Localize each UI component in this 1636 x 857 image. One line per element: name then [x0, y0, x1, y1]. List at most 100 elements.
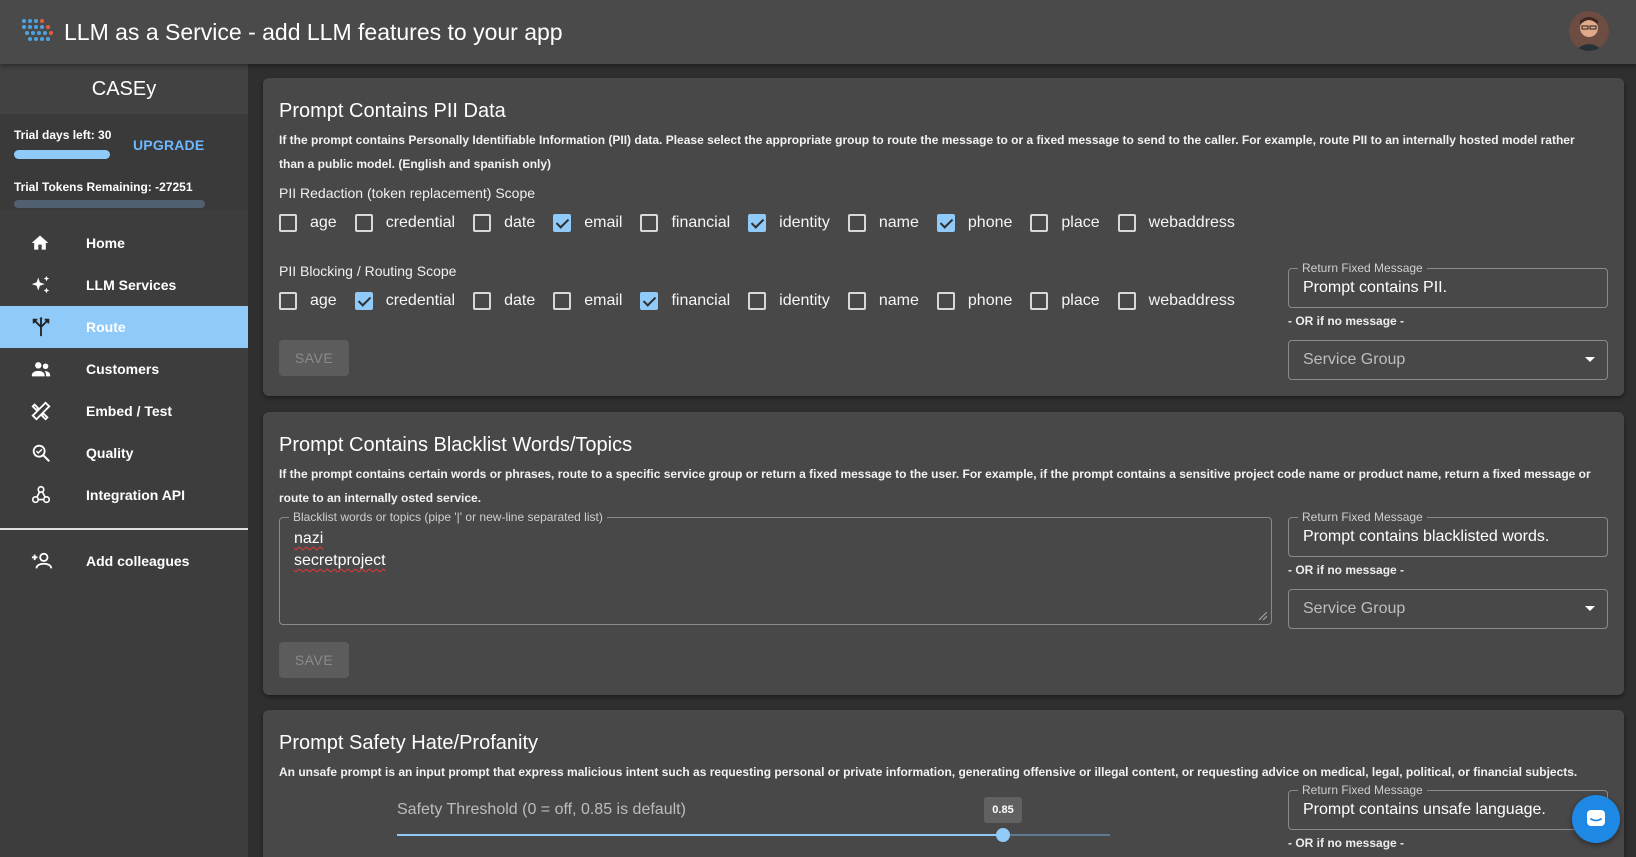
checkbox-credential[interactable]: credential — [354, 292, 455, 310]
checkbox-unchecked-icon[interactable] — [936, 292, 955, 310]
checkbox-unchecked-icon[interactable] — [1030, 214, 1049, 232]
safety-threshold-slider[interactable]: 0.85 — [397, 797, 1110, 842]
checkbox-unchecked-icon[interactable] — [473, 214, 492, 232]
pii-fixed-message-field[interactable]: Return Fixed Message Prompt contains PII… — [1288, 261, 1608, 308]
sidebar-item-llm-services[interactable]: LLM Services — [0, 264, 248, 306]
pii-blocking-label: PII Blocking / Routing Scope — [279, 263, 457, 279]
sidebar-item-route[interactable]: Route — [0, 306, 248, 348]
checkbox-checked-icon[interactable] — [936, 214, 955, 232]
slider-fill — [397, 834, 1003, 836]
checkbox-unchecked-icon[interactable] — [748, 292, 767, 310]
pii-save-button[interactable]: SAVE — [279, 340, 349, 376]
blacklist-word: secretproject — [294, 552, 386, 569]
safety-or-text: - OR if no message - — [1288, 836, 1405, 850]
checkbox-age[interactable]: age — [279, 214, 337, 232]
sidebar-item-add-colleagues[interactable]: Add colleagues — [0, 540, 248, 582]
checkbox-identity[interactable]: identity — [748, 292, 830, 310]
blacklist-words-value: nazi secretproject — [294, 528, 386, 572]
checkbox-label: financial — [671, 214, 731, 231]
checkbox-financial[interactable]: financial — [640, 292, 730, 310]
checkbox-email[interactable]: email — [553, 214, 622, 232]
checkbox-checked-icon[interactable] — [748, 214, 767, 232]
checkbox-unchecked-icon[interactable] — [279, 292, 297, 310]
pii-redaction-checkboxes: age credential date email financial identity n… — [279, 214, 1253, 232]
blacklist-card: Prompt Contains Blacklist Words/Topics I… — [263, 412, 1624, 695]
blacklist-save-button[interactable]: SAVE — [279, 642, 349, 678]
checkbox-name[interactable]: name — [847, 214, 919, 232]
checkbox-identity[interactable]: identity — [748, 214, 830, 232]
sidebar-item-embed-test[interactable]: Embed / Test — [0, 390, 248, 432]
checkbox-email[interactable]: email — [553, 292, 622, 310]
checkbox-unchecked-icon[interactable] — [279, 214, 297, 232]
checkbox-date[interactable]: date — [473, 292, 535, 310]
checkbox-unchecked-icon[interactable] — [473, 292, 492, 310]
trial-panel: Trial days left: 30 UPGRADE — [0, 114, 248, 210]
pii-desc-line1: If the prompt contains Personally Identi… — [279, 133, 1575, 147]
checkbox-webaddress[interactable]: webaddress — [1117, 292, 1235, 310]
checkbox-webaddress[interactable]: webaddress — [1117, 214, 1235, 232]
safety-fixed-message-legend: Return Fixed Message — [1298, 783, 1427, 797]
sidebar-item-label: Customers — [86, 361, 160, 377]
safety-threshold-label: Safety Threshold (0 = off, 0.85 is defau… — [397, 801, 686, 818]
checkbox-place[interactable]: place — [1030, 214, 1100, 232]
pii-service-group-select[interactable]: Service Group — [1288, 340, 1608, 380]
blacklist-fixed-message-field[interactable]: Return Fixed Message Prompt contains bla… — [1288, 510, 1608, 557]
checkbox-date[interactable]: date — [473, 214, 535, 232]
checkbox-label: email — [584, 214, 623, 231]
checkbox-label: date — [504, 214, 536, 231]
checkbox-name[interactable]: name — [847, 292, 919, 310]
blacklist-fixed-message-legend: Return Fixed Message — [1298, 510, 1427, 524]
blacklist-or-text: - OR if no message - — [1288, 563, 1405, 577]
sidebar-item-label: Add colleagues — [86, 553, 190, 569]
trial-tokens-label: Trial Tokens Remaining: -27251 — [14, 180, 193, 194]
sidebar-item-customers[interactable]: Customers — [0, 348, 248, 390]
safety-title: Prompt Safety Hate/Profanity — [279, 732, 539, 754]
checkbox-checked-icon[interactable] — [354, 292, 373, 310]
checkbox-label: place — [1061, 214, 1100, 231]
upgrade-button[interactable]: UPGRADE — [133, 137, 204, 153]
checkbox-unchecked-icon[interactable] — [553, 292, 572, 310]
checkbox-place[interactable]: place — [1030, 292, 1100, 310]
webhook-icon — [0, 484, 86, 506]
pii-fixed-message-value: Prompt contains PII. — [1303, 279, 1448, 296]
user-avatar[interactable] — [1569, 11, 1609, 51]
sidebar-item-integration-api[interactable]: Integration API — [0, 474, 248, 516]
checkbox-age[interactable]: age — [279, 292, 337, 310]
checkbox-checked-icon[interactable] — [640, 292, 659, 310]
checkbox-unchecked-icon[interactable] — [847, 292, 866, 310]
people-icon — [0, 358, 86, 380]
checkbox-unchecked-icon[interactable] — [640, 214, 659, 232]
checkbox-label: credential — [385, 214, 456, 231]
slider-thumb[interactable] — [996, 828, 1010, 842]
checkbox-unchecked-icon[interactable] — [1030, 292, 1049, 310]
checkbox-label: phone — [967, 214, 1013, 231]
checkbox-phone[interactable]: phone — [936, 292, 1012, 310]
checkbox-unchecked-icon[interactable] — [847, 214, 866, 232]
blacklist-service-group-select[interactable]: Service Group — [1288, 589, 1608, 629]
safety-desc-line1: An unsafe prompt is an input prompt that… — [279, 765, 1578, 779]
resize-handle-icon[interactable] — [1259, 612, 1267, 620]
tools-icon — [0, 400, 86, 422]
checkbox-unchecked-icon[interactable] — [354, 214, 373, 232]
checkbox-unchecked-icon[interactable] — [1117, 292, 1136, 310]
route-icon — [0, 316, 86, 338]
sidebar-org-name: CASEy — [0, 64, 248, 114]
safety-fixed-message-field[interactable]: Return Fixed Message Prompt contains uns… — [1288, 783, 1608, 830]
chat-support-button[interactable] — [1572, 795, 1620, 843]
sidebar-item-home[interactable]: Home — [0, 222, 248, 264]
checkbox-label: identity — [779, 292, 830, 309]
checkbox-unchecked-icon[interactable] — [1117, 214, 1136, 232]
checkbox-label: date — [504, 292, 536, 309]
pii-fixed-message-legend: Return Fixed Message — [1298, 261, 1427, 275]
sidebar-item-label: Embed / Test — [86, 403, 173, 419]
checkbox-label: place — [1061, 292, 1100, 309]
sidebar-item-quality[interactable]: Quality — [0, 432, 248, 474]
checkbox-checked-icon[interactable] — [553, 214, 572, 232]
blacklist-words-legend: Blacklist words or topics (pipe '|' or n… — [289, 510, 607, 524]
pii-redaction-label: PII Redaction (token replacement) Scope — [279, 185, 536, 201]
checkbox-credential[interactable]: credential — [354, 214, 456, 232]
pii-card: Prompt Contains PII Data If the prompt c… — [263, 78, 1624, 396]
checkbox-phone[interactable]: phone — [936, 214, 1013, 232]
blacklist-words-textarea[interactable]: Blacklist words or topics (pipe '|' or n… — [279, 510, 1272, 625]
checkbox-financial[interactable]: financial — [640, 214, 730, 232]
